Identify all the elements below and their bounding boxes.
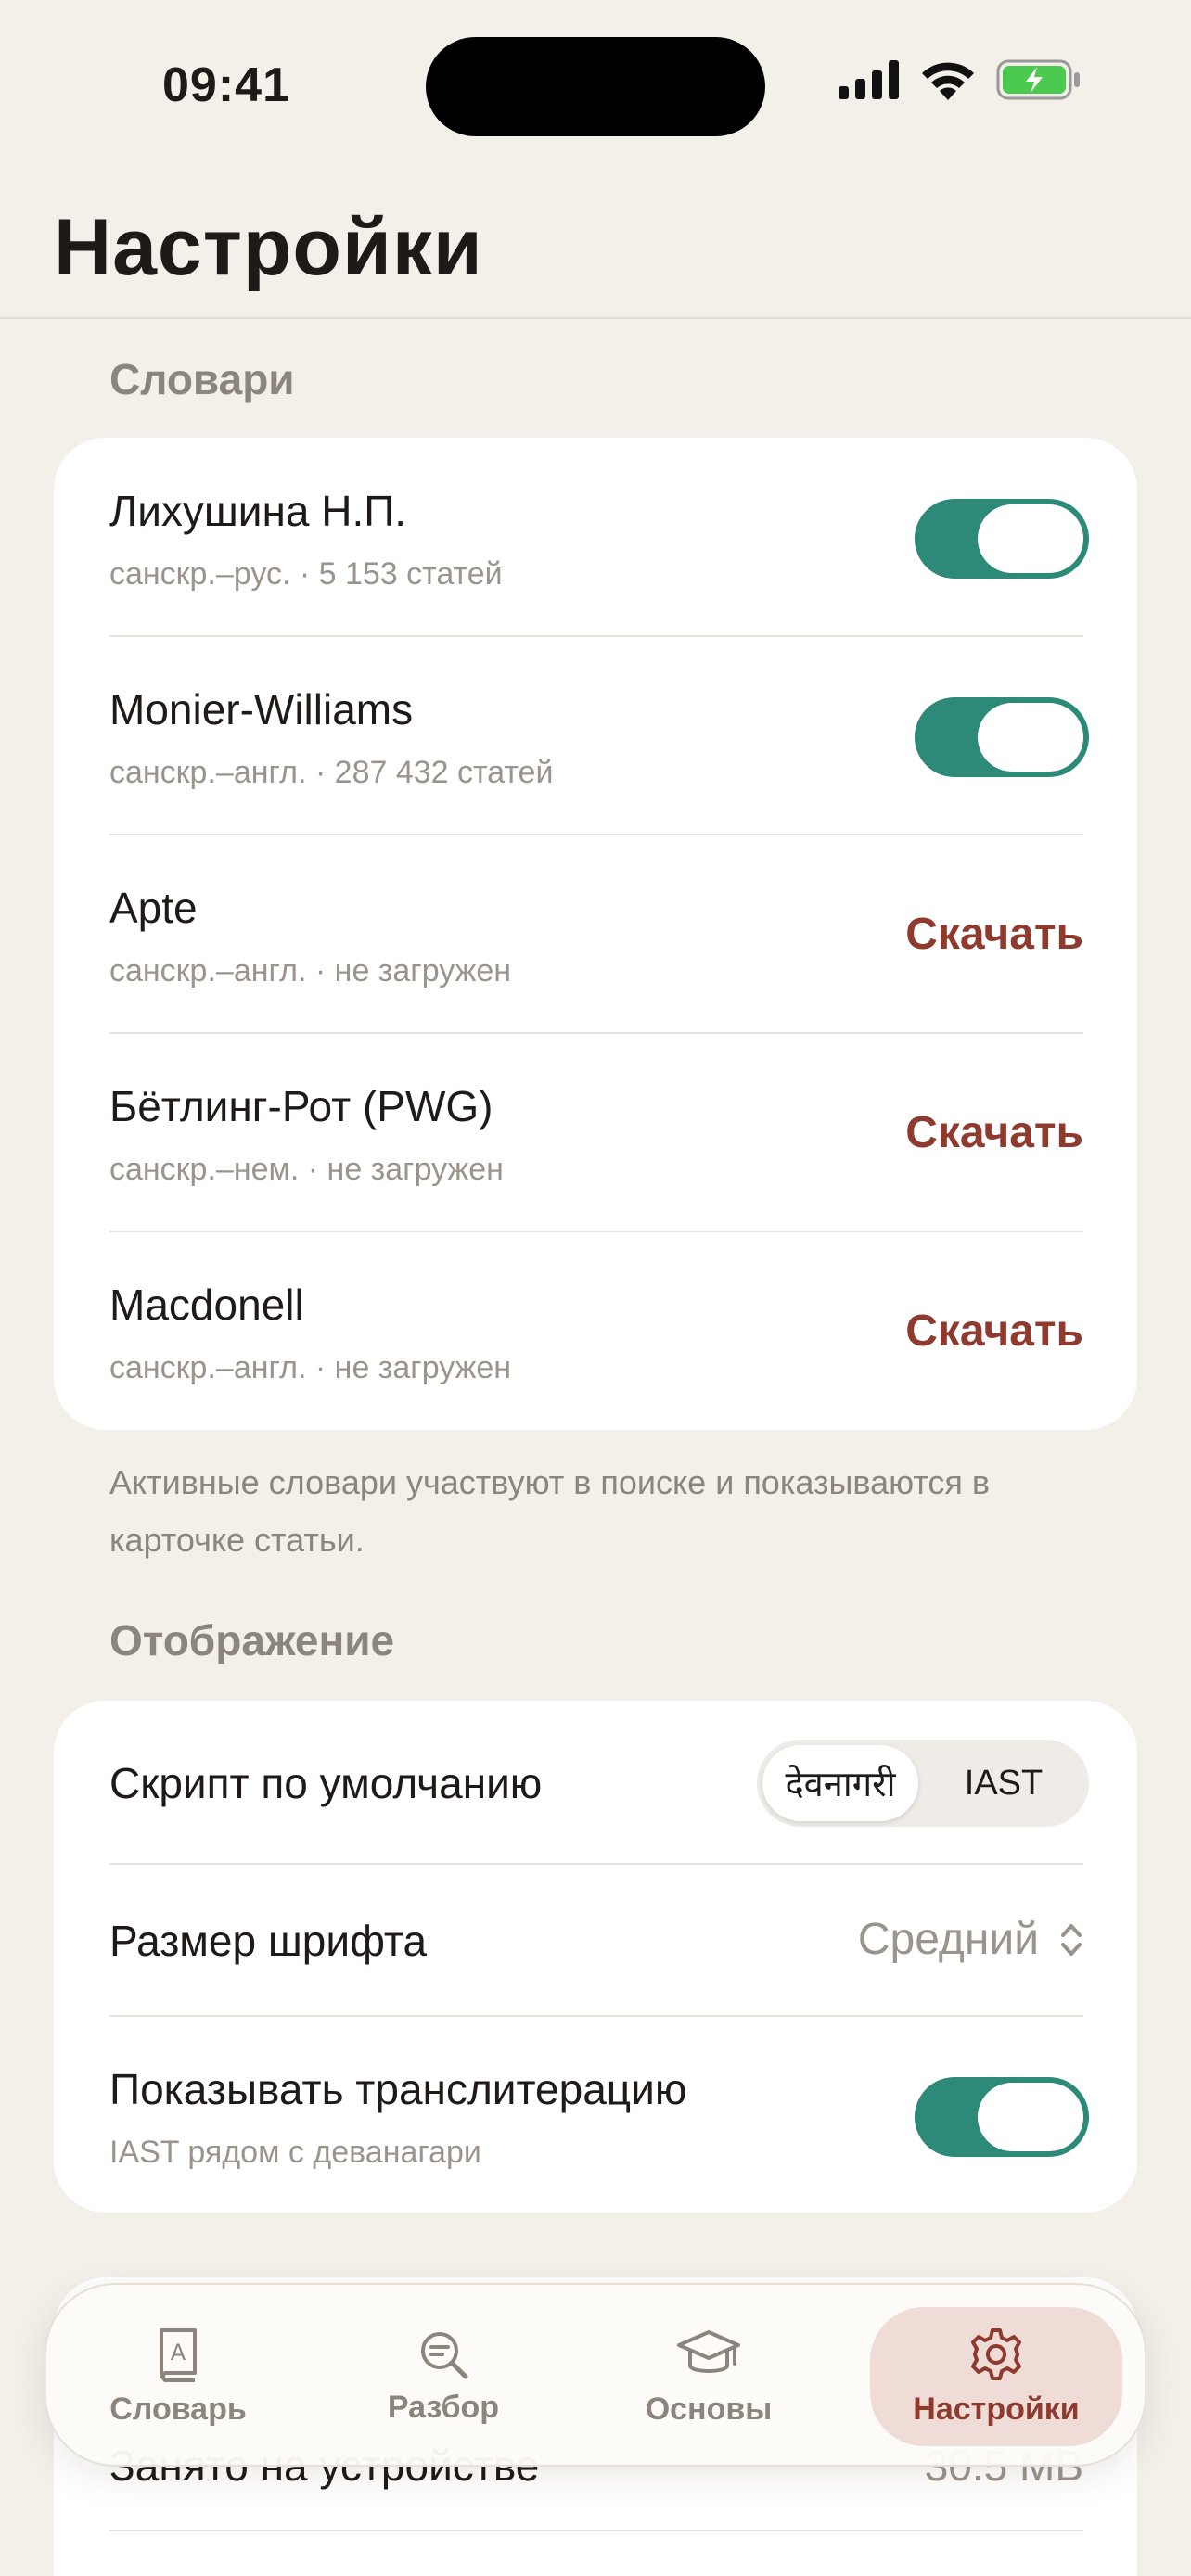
settings-screen: 09:41 Настройки Словари Лихушина Н.П. са… (0, 0, 1191, 2576)
dictionary-subtitle: санскр.–англ. · 287 432 статей (109, 755, 554, 790)
graduation-cap-icon (677, 2329, 740, 2373)
cellular-signal-icon (839, 60, 899, 99)
dictionary-subtitle: санскр.–англ. · не загружен (109, 1350, 512, 1385)
transliteration-label: Показывать транслитерацию (109, 2065, 687, 2113)
transliteration-row: Показывать транслитерацию IAST рядом с д… (109, 2016, 1089, 2213)
pwg-download-button[interactable]: Скачать (905, 1107, 1083, 1158)
dictionary-row-apte: Apte санскр.–англ. · не загружен Скачать (109, 835, 1083, 1033)
font-size-row[interactable]: Размер шрифта Средний (109, 1864, 1083, 2016)
tab-basics[interactable]: Основы (599, 2285, 818, 2468)
font-size-picker[interactable]: Средний (858, 1914, 1083, 1965)
tab-label: Основы (645, 2391, 773, 2427)
monier-williams-toggle[interactable] (915, 697, 1089, 777)
script-row: Скрипт по умолчанию देवनागरी IAST (109, 1701, 1089, 1864)
dictionary-row-macdonell: Macdonell санскр.–англ. · не загружен Ск… (109, 1231, 1083, 1430)
font-size-value: Средний (857, 1915, 1039, 1964)
dictionary-subtitle: санскр.–англ. · не загружен (109, 953, 512, 988)
dictionary-title: Бётлинг-Рот (PWG) (109, 1082, 493, 1130)
font-size-label: Размер шрифта (109, 1917, 428, 1965)
transliteration-toggle[interactable] (915, 2077, 1089, 2157)
tab-label: Словарь (109, 2391, 247, 2427)
dynamic-island (426, 37, 765, 136)
chevron-up-down-icon (1061, 1923, 1082, 1956)
likhushina-toggle[interactable] (915, 499, 1089, 579)
transliteration-sub: IAST рядом с деванагари (109, 2135, 481, 2170)
tab-parse[interactable]: Разбор (334, 2285, 553, 2468)
magnifier-text-icon (421, 2331, 468, 2378)
toggle-knob (978, 703, 1083, 772)
tab-label: Настройки (913, 2391, 1080, 2427)
tab-bar: A Словарь Разбор Основы Настройки (45, 2283, 1146, 2467)
dictionary-row-likhushina: Лихушина Н.П. санскр.–рус. · 5 153 стате… (109, 438, 1089, 636)
gear-icon (971, 2327, 1021, 2380)
dictionary-title: Macdonell (109, 1281, 304, 1329)
script-label: Скрипт по умолчанию (109, 1759, 543, 1807)
row-divider (109, 2530, 1083, 2531)
tab-dictionary[interactable]: A Словарь (69, 2285, 288, 2468)
wifi-icon (922, 62, 974, 100)
section-header-display: Отображение (109, 1616, 395, 1664)
battery-charging-icon (996, 59, 1080, 100)
dictionary-row-monier-williams: Monier-Williams санскр.–англ. · 287 432 … (109, 636, 1089, 835)
dictionary-subtitle: санскр.–нем. · не загружен (109, 1152, 504, 1187)
dictionary-title: Apte (109, 884, 198, 932)
display-card: Скрипт по умолчанию देवनागरी IAST Размер… (54, 1701, 1137, 2213)
dictionary-title: Лихушина Н.П. (109, 487, 407, 535)
book-icon: A (160, 2327, 197, 2382)
toggle-knob (978, 2083, 1083, 2151)
dictionaries-footnote: Активные словари участвуют в поиске и по… (109, 1463, 991, 1559)
header-divider (0, 317, 1191, 319)
svg-text:A: A (171, 2340, 186, 2366)
dictionary-title: Monier-Williams (109, 685, 414, 733)
page-title: Настройки (54, 203, 483, 292)
dictionaries-card: Лихушина Н.П. санскр.–рус. · 5 153 стате… (54, 438, 1137, 1430)
apte-download-button[interactable]: Скачать (905, 909, 1083, 960)
dictionary-row-pwg: Бётлинг-Рот (PWG) санскр.–нем. · не загр… (109, 1033, 1083, 1231)
tab-settings[interactable]: Настройки (870, 2307, 1122, 2446)
dictionary-subtitle: санскр.–рус. · 5 153 статей (109, 556, 503, 592)
tab-label: Разбор (387, 2389, 500, 2425)
segment-iast[interactable]: IAST (924, 1745, 1083, 1821)
macdonell-download-button[interactable]: Скачать (905, 1306, 1083, 1357)
status-icons (839, 59, 1082, 100)
section-header-dictionaries: Словари (109, 355, 295, 403)
status-time: 09:41 (162, 58, 290, 112)
segment-devanagari[interactable]: देवनागरी (762, 1745, 918, 1821)
toggle-knob (978, 504, 1083, 573)
script-segmented-control: देवनागरी IAST (757, 1740, 1089, 1827)
status-bar: 09:41 (0, 0, 1191, 176)
